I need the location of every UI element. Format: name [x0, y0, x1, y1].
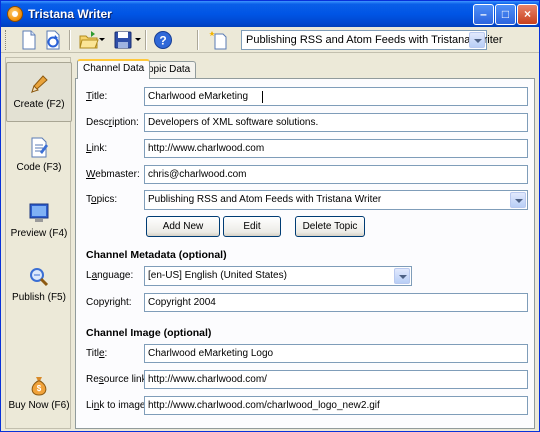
image-title-label: Title:	[86, 348, 108, 359]
description-field-value: Developers of XML software solutions.	[148, 117, 319, 128]
app-window: Tristana Writer – □ × ? Publishing RSS a…	[0, 0, 540, 432]
close-icon: ×	[523, 7, 531, 21]
toolbar-separator	[69, 30, 71, 50]
language-select-dropdown[interactable]: [en-US] English (United States)	[144, 266, 412, 286]
sidebar-item-publish[interactable]: Publish (F5)	[6, 266, 72, 326]
copyright-label: Copyright:	[86, 297, 132, 308]
window-title: Tristana Writer	[28, 7, 112, 21]
toolbar-separator	[145, 30, 147, 50]
title-label: Title:	[86, 91, 108, 102]
webmaster-label: Webmaster:	[86, 169, 140, 180]
sidebar-item-create[interactable]: Create (F2)	[6, 62, 72, 122]
delete-topic-button[interactable]: Delete Topic	[295, 216, 365, 237]
sidebar-item-label: Code (F3)	[16, 162, 62, 173]
text-caret	[262, 91, 263, 103]
link-to-image-field-value: http://www.charlwood.com/charlwood_logo_…	[148, 400, 380, 411]
refresh-icon[interactable]	[43, 30, 63, 50]
maximize-button[interactable]: □	[495, 4, 516, 25]
pencil-icon	[31, 75, 48, 94]
save-dropdown-arrow-icon[interactable]	[135, 38, 141, 41]
title-field[interactable]: Charlwood eMarketing	[144, 87, 528, 106]
description-label: Description:	[86, 117, 139, 128]
save-disk-icon[interactable]	[113, 30, 133, 50]
maximize-icon: □	[501, 7, 510, 21]
title-bar[interactable]: Tristana Writer – □ ×	[1, 1, 539, 27]
resource-link-field-value: http://www.charlwood.com/	[148, 374, 267, 385]
code-icon	[31, 137, 48, 158]
resource-link-label: Resource link:	[86, 374, 150, 385]
svg-text:?: ?	[159, 34, 166, 48]
open-folder-icon[interactable]	[79, 30, 99, 50]
language-select-value: [en-US] English (United States)	[148, 270, 287, 281]
monitor-icon	[29, 203, 49, 222]
topics-select-value: Publishing RSS and Atom Feeds with Trist…	[148, 194, 382, 205]
image-title-field[interactable]: Charlwood eMarketing Logo	[144, 344, 528, 363]
link-field-value: http://www.charlwood.com	[148, 143, 265, 154]
topic-select-value: Publishing RSS and Atom Feeds with Trist…	[246, 34, 503, 46]
toolbar: ? Publishing RSS and Atom Feeds with Tri…	[1, 27, 539, 53]
minimize-button[interactable]: –	[473, 4, 494, 25]
webmaster-field-value: chris@charlwood.com	[148, 169, 247, 180]
new-document-icon[interactable]	[19, 30, 39, 50]
tab-label: Topic Data	[143, 64, 191, 75]
chevron-down-icon[interactable]	[510, 192, 526, 208]
sidebar-item-buy-now[interactable]: $ Buy Now (F6)	[6, 374, 72, 432]
topic-select-dropdown[interactable]: Publishing RSS and Atom Feeds with Trist…	[241, 30, 503, 50]
copyright-field-value: Copyright 2004	[148, 297, 216, 308]
tab-label: Channel Data	[83, 63, 145, 74]
open-dropdown-arrow-icon[interactable]	[99, 38, 105, 41]
link-to-image-field[interactable]: http://www.charlwood.com/charlwood_logo_…	[144, 396, 528, 415]
minimize-icon: –	[480, 7, 487, 21]
resource-link-field[interactable]: http://www.charlwood.com/	[144, 370, 528, 389]
edit-button[interactable]: Edit	[223, 216, 281, 237]
description-field[interactable]: Developers of XML software solutions.	[144, 113, 528, 132]
title-field-value: Charlwood eMarketing	[148, 91, 249, 102]
link-label: Link:	[86, 143, 108, 154]
topics-label: Topics:	[86, 194, 118, 205]
svg-text:$: $	[37, 384, 42, 393]
chevron-down-icon[interactable]	[394, 268, 410, 284]
channel-data-panel: Title: Charlwood eMarketing Description:…	[75, 78, 535, 429]
channel-image-heading: Channel Image (optional)	[86, 327, 212, 339]
link-field[interactable]: http://www.charlwood.com	[144, 139, 528, 158]
image-title-field-value: Charlwood eMarketing Logo	[148, 348, 274, 359]
tab-channel-data[interactable]: Channel Data	[77, 59, 151, 79]
new-topic-icon[interactable]	[209, 30, 229, 50]
sidebar-item-label: Create (F2)	[13, 99, 65, 110]
topics-select-dropdown[interactable]: Publishing RSS and Atom Feeds with Trist…	[144, 190, 528, 210]
close-button[interactable]: ×	[517, 4, 538, 25]
sidebar-item-preview[interactable]: Preview (F4)	[6, 202, 72, 262]
sidebar-item-label: Publish (F5)	[12, 292, 66, 303]
app-logo-icon	[7, 6, 23, 22]
toolbar-grip[interactable]	[5, 30, 8, 50]
copyright-field[interactable]: Copyright 2004	[144, 293, 528, 312]
publish-icon	[30, 268, 49, 287]
sidebar-item-label: Buy Now (F6)	[8, 400, 70, 411]
sidebar-item-code[interactable]: Code (F3)	[6, 136, 72, 196]
add-new-button[interactable]: Add New	[146, 216, 220, 237]
money-bag-icon: $	[31, 377, 47, 396]
chevron-down-icon[interactable]	[469, 32, 485, 48]
webmaster-field[interactable]: chris@charlwood.com	[144, 165, 528, 184]
channel-metadata-heading: Channel Metadata (optional)	[86, 249, 227, 261]
toolbar-separator	[197, 30, 199, 50]
link-to-image-label: Link to image:	[86, 400, 149, 411]
help-icon[interactable]: ?	[153, 30, 173, 50]
sidebar-item-label: Preview (F4)	[10, 228, 68, 239]
language-label: Language:	[86, 270, 134, 281]
sidebar: Create (F2) Code (F3) Preview (F4) Publi…	[5, 57, 72, 432]
